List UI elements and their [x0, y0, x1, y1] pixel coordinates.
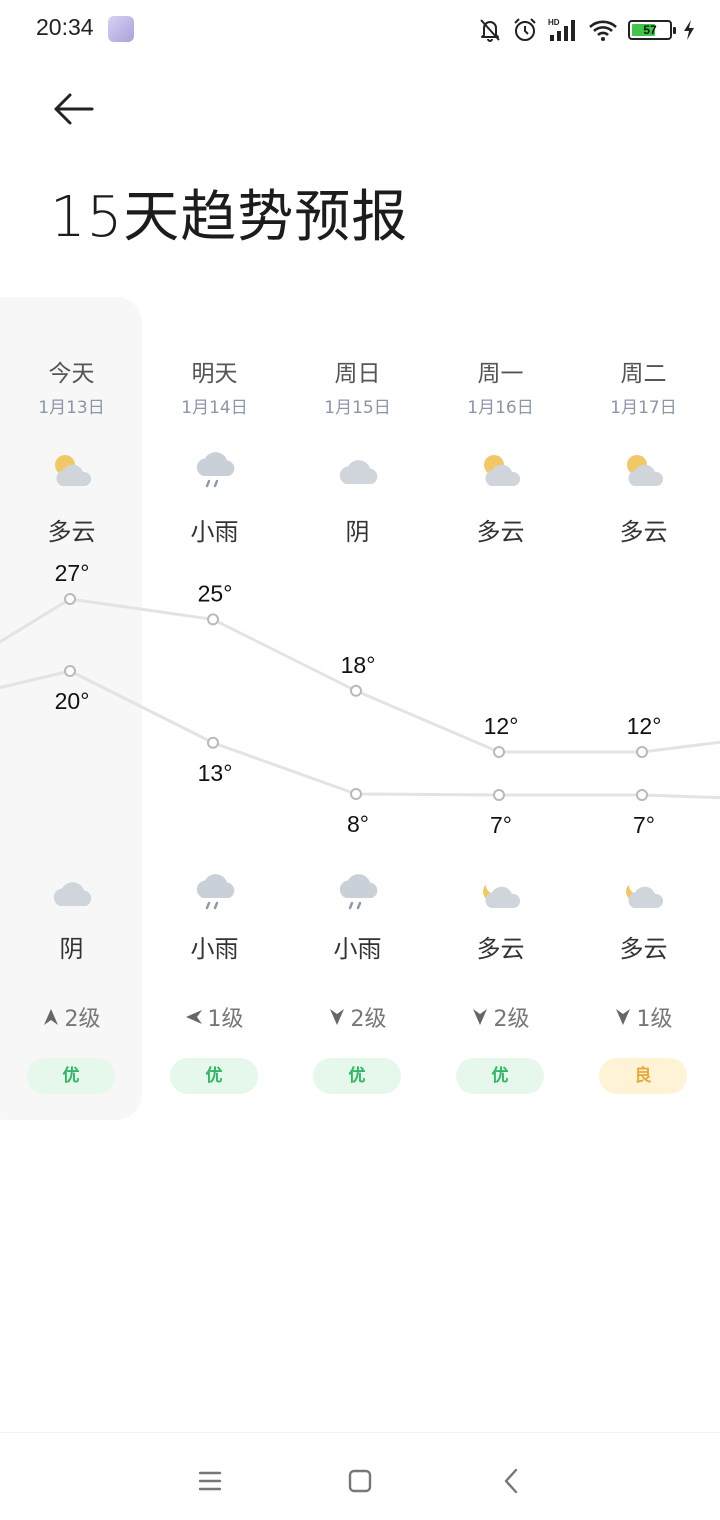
- wind-down-arrow-icon: [472, 1009, 487, 1025]
- wind-level: 1级: [636, 1007, 673, 1032]
- wind-info: 2级: [0, 1001, 143, 1033]
- cloudy-icon: [48, 868, 96, 916]
- wind-info: 1级: [143, 1001, 286, 1033]
- day-label: 今天: [48, 361, 95, 387]
- wind-level: 2级: [64, 1007, 101, 1032]
- aqi-badge: 优: [313, 1058, 401, 1094]
- aqi-badge: 优: [170, 1058, 258, 1094]
- day-date: 1月15日: [324, 398, 391, 418]
- wind-info: 2级: [286, 1001, 429, 1033]
- home-square-icon: [348, 1469, 372, 1493]
- menu-button[interactable]: [190, 1461, 230, 1501]
- forecast-day[interactable]: 周日 1月15日阴小雨 2级优: [286, 0, 429, 1120]
- day-date: 1月17日: [610, 398, 677, 418]
- aqi-badge: 优: [27, 1058, 115, 1094]
- back-chevron-icon: [504, 1468, 518, 1494]
- forecast-day[interactable]: 周一 1月16日 多云 多云 2级优: [429, 0, 572, 1120]
- cloudy-icon: [334, 446, 382, 494]
- partly-cloudy-night-icon: [620, 868, 668, 916]
- day-date: 1月14日: [181, 398, 248, 418]
- night-condition: 阴: [59, 935, 84, 963]
- day-date: 1月16日: [467, 398, 534, 418]
- day-label: 周一: [477, 361, 524, 387]
- wind-down-arrow-icon: [615, 1009, 630, 1025]
- forecast-day[interactable]: 今天 1月13日多云阴 2级优: [0, 0, 143, 1120]
- wind-info: 2级: [429, 1001, 572, 1033]
- night-condition: 小雨: [190, 935, 239, 963]
- day-label: 明天: [191, 361, 238, 387]
- day-label: 周二: [620, 361, 667, 387]
- day-condition: 阴: [345, 518, 370, 546]
- wind-info: 1级: [572, 1001, 715, 1033]
- aqi-badge: 优: [456, 1058, 544, 1094]
- home-button[interactable]: [340, 1461, 380, 1501]
- wind-down-arrow-icon: [329, 1009, 344, 1025]
- day-condition: 多云: [476, 518, 525, 546]
- nav-back-button[interactable]: [492, 1461, 532, 1501]
- navigation-bar: [0, 1432, 720, 1520]
- wind-up-arrow-icon: [43, 1009, 58, 1025]
- day-label: 周日: [334, 361, 381, 387]
- day-date: 1月13日: [38, 398, 105, 418]
- forecast-day[interactable]: 周二 1月17日 多云 多云 1级良: [572, 0, 715, 1120]
- night-condition: 多云: [619, 935, 668, 963]
- menu-icon: [198, 1471, 222, 1491]
- partly-cloudy-day-icon: [477, 446, 525, 494]
- light-rain-icon: [191, 868, 239, 916]
- night-condition: 多云: [476, 935, 525, 963]
- day-condition: 小雨: [190, 518, 239, 546]
- wind-level: 2级: [493, 1007, 530, 1032]
- wind-level: 1级: [207, 1007, 244, 1032]
- partly-cloudy-day-icon: [48, 446, 96, 494]
- partly-cloudy-day-icon: [620, 446, 668, 494]
- wind-level: 2级: [350, 1007, 387, 1032]
- light-rain-icon: [191, 446, 239, 494]
- day-condition: 多云: [619, 518, 668, 546]
- aqi-badge: 良: [599, 1058, 687, 1094]
- day-condition: 多云: [47, 518, 96, 546]
- wind-left-arrow-icon: [185, 1010, 202, 1024]
- partly-cloudy-night-icon: [477, 868, 525, 916]
- night-condition: 小雨: [333, 935, 382, 963]
- light-rain-icon: [334, 868, 382, 916]
- forecast-day[interactable]: 明天 1月14日 小雨 小雨 1级优: [143, 0, 286, 1120]
